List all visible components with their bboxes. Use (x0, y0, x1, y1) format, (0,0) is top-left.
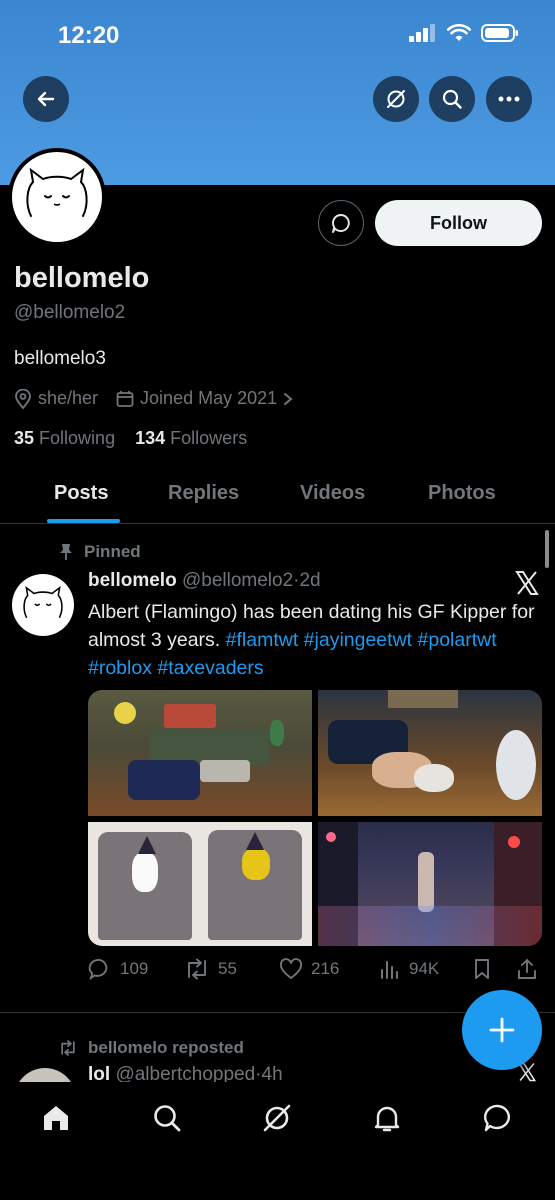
search-button[interactable] (429, 76, 475, 122)
pinned-label: Pinned (84, 542, 141, 561)
tab-replies[interactable]: Replies (168, 482, 239, 505)
nav-notifications[interactable] (369, 1100, 405, 1136)
wifi-icon (447, 24, 471, 41)
bell-icon (374, 1106, 400, 1132)
post-author-handle[interactable]: @bellomelo2 (182, 570, 293, 591)
compose-button[interactable] (462, 990, 542, 1070)
media-photo-sweatshirts[interactable] (88, 822, 312, 946)
status-time: 12:20 (58, 22, 120, 49)
grok-button[interactable] (373, 76, 419, 122)
chat-bubble-icon (483, 1104, 510, 1132)
bookmark-button[interactable] (472, 958, 492, 980)
share-icon (518, 959, 536, 979)
back-button[interactable] (23, 76, 69, 122)
active-tab-indicator (47, 519, 120, 523)
chat-bubble-icon (332, 214, 350, 233)
search-icon (442, 89, 462, 109)
followers-link[interactable]: 134 Followers (135, 428, 247, 448)
grok-icon (263, 1104, 291, 1132)
repost-label[interactable]: bellomelo reposted (88, 1038, 244, 1058)
bookmark-icon (475, 959, 489, 979)
battery-icon (481, 24, 518, 42)
post-text: Albert (Flamingo) has been dating his GF… (88, 598, 548, 682)
repost-icon (188, 958, 206, 980)
plus-icon (489, 1017, 515, 1043)
profile-avatar[interactable] (8, 148, 106, 246)
signal-icon (409, 24, 435, 42)
media-photo-living-room[interactable] (88, 690, 312, 816)
calendar-icon (116, 390, 134, 407)
tab-videos[interactable]: Videos (300, 482, 365, 505)
more-icon (498, 96, 520, 102)
pinned-indicator: Pinned (58, 542, 141, 562)
message-button[interactable] (318, 200, 364, 246)
bottom-nav (0, 1082, 555, 1200)
repost-count: 55 (218, 959, 237, 978)
post-author-name[interactable]: bellomelo (88, 570, 177, 591)
hashtag-link[interactable]: #jayingeetwt (304, 629, 412, 651)
post-actions: 109 55 216 94K (88, 958, 543, 984)
tab-posts[interactable]: Posts (54, 482, 108, 505)
reply-count: 109 (120, 959, 149, 978)
like-count: 216 (311, 959, 340, 978)
profile-meta: she/her Joined May 2021 (14, 388, 311, 409)
hashtag-link[interactable]: #flamtwt (226, 629, 299, 651)
followers-label: Followers (170, 428, 248, 448)
status-icons (409, 24, 519, 42)
nav-home[interactable] (38, 1100, 74, 1136)
reply-button[interactable]: 109 (88, 958, 148, 980)
display-name: bellomelo (14, 262, 150, 294)
joined-item[interactable]: Joined May 2021 (116, 388, 293, 409)
views-count: 94K (409, 959, 440, 978)
location-pin-icon (15, 388, 31, 409)
pin-icon (60, 544, 72, 560)
following-label: Following (39, 428, 116, 448)
follow-button[interactable]: Follow (375, 200, 542, 246)
like-button[interactable]: 216 (279, 958, 339, 980)
media-photo-city-street[interactable] (318, 822, 542, 946)
nav-grok[interactable] (259, 1100, 295, 1136)
share-button[interactable] (516, 958, 538, 980)
grok-icon (387, 90, 405, 108)
post-time[interactable]: 2d (299, 570, 320, 591)
hashtag-link[interactable]: #polartwt (418, 629, 497, 651)
repost-icon (61, 1040, 75, 1056)
repost-button[interactable]: 55 (184, 958, 237, 980)
following-link[interactable]: 35 Following (14, 428, 115, 448)
follow-stats: 35 Following 134 Followers (14, 428, 247, 449)
followers-count: 134 (135, 428, 166, 448)
cat-avatar-icon (23, 585, 63, 618)
reply-icon (88, 959, 108, 980)
joined-text: Joined May 2021 (140, 388, 278, 408)
arrow-left-icon (37, 91, 55, 107)
home-icon (44, 1106, 68, 1130)
repost-indicator: bellomelo reposted (58, 1038, 244, 1058)
views-icon (381, 961, 398, 979)
pronouns-item: she/her (14, 388, 98, 409)
more-button[interactable] (486, 76, 532, 122)
tab-photos[interactable]: Photos (428, 482, 496, 505)
profile-handle: @bellomelo2 (14, 302, 126, 323)
post-avatar[interactable] (12, 574, 74, 636)
cat-avatar-icon (26, 167, 88, 217)
hashtag-link[interactable]: #taxevaders (157, 657, 263, 679)
chevron-right-icon (284, 392, 293, 405)
profile-bio: bellomelo3 (14, 348, 106, 369)
post-header: bellomelo @bellomelo2·2d (88, 570, 321, 592)
profile-tabs: Posts Replies Videos Photos (0, 472, 555, 524)
scrollbar[interactable] (545, 530, 549, 568)
nav-search[interactable] (149, 1100, 185, 1136)
nav-messages[interactable] (480, 1100, 516, 1136)
post-media-grid (88, 690, 542, 946)
hashtag-link[interactable]: #roblox (88, 657, 152, 679)
pronouns-text: she/her (38, 388, 99, 408)
x-logo-icon (514, 570, 540, 601)
media-photo-cat[interactable] (318, 690, 542, 816)
following-count: 35 (14, 428, 35, 448)
views-button[interactable]: 94K (379, 958, 439, 980)
heart-icon (279, 958, 303, 979)
search-icon (154, 1105, 181, 1132)
